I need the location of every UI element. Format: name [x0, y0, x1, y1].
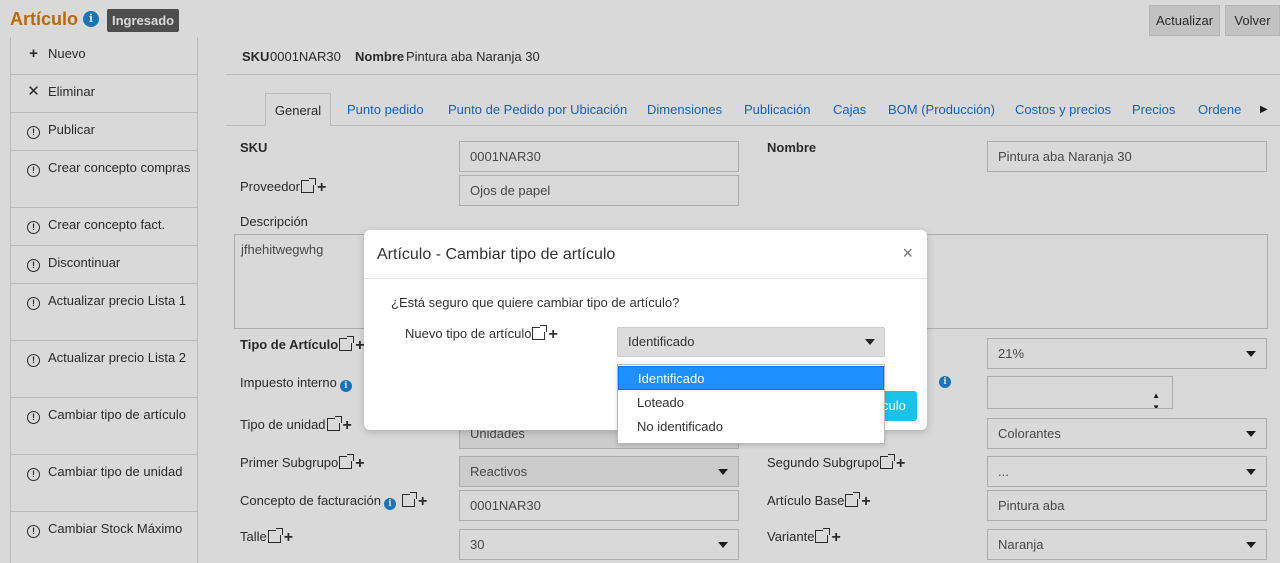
- external-link-icon[interactable]: [532, 325, 548, 340]
- plus-icon[interactable]: +: [548, 326, 557, 344]
- new-type-label: Nuevo tipo de artículo +: [405, 325, 558, 344]
- modal-title: Artículo - Cambiar tipo de artículo: [377, 246, 616, 263]
- option-no-identificado[interactable]: No identificado: [618, 415, 884, 439]
- chevron-down-icon: [865, 339, 875, 345]
- option-identificado[interactable]: Identificado: [618, 366, 884, 390]
- option-loteado[interactable]: Loteado: [618, 391, 884, 415]
- modal-question: ¿Está seguro que quiere cambiar tipo de …: [391, 295, 680, 310]
- new-type-select[interactable]: Identificado: [617, 327, 885, 357]
- new-type-dropdown: Identificado Loteado No identificado: [617, 364, 885, 444]
- close-icon[interactable]: ×: [902, 244, 913, 262]
- modal-header: Artículo - Cambiar tipo de artículo ×: [364, 230, 927, 279]
